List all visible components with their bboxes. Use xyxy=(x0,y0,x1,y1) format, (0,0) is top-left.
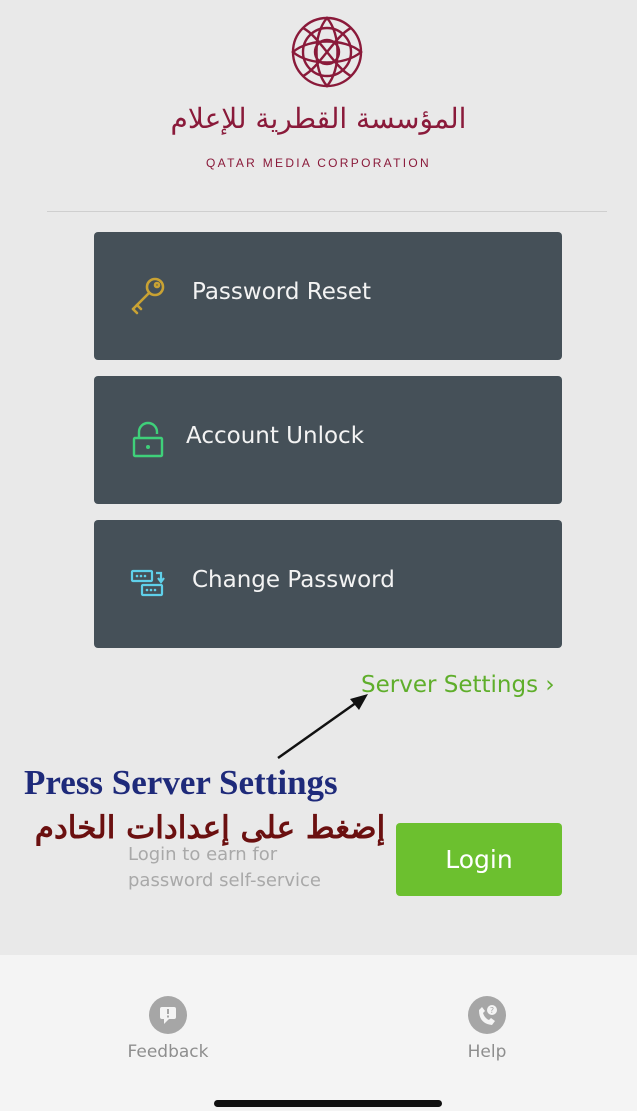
key-icon xyxy=(131,277,165,315)
feedback-icon xyxy=(149,996,187,1034)
annotation-english: Press Server Settings xyxy=(24,763,338,802)
lock-icon xyxy=(132,421,164,458)
tab-feedback[interactable]: Feedback xyxy=(108,996,228,1062)
header-divider xyxy=(47,211,607,212)
help-phone-icon: ? xyxy=(468,996,506,1034)
header-logo: المؤسسة القطرية للإعلام QATAR MEDIA CORP… xyxy=(0,12,637,172)
password-change-icon xyxy=(130,569,165,597)
change-password-label: Change Password xyxy=(192,567,395,593)
home-indicator[interactable] xyxy=(214,1100,442,1107)
tab-help[interactable]: ? Help xyxy=(427,996,547,1062)
svg-text:?: ? xyxy=(490,1006,494,1015)
server-settings-link[interactable]: Server Settings › xyxy=(361,672,555,698)
account-unlock-label: Account Unlock xyxy=(186,423,365,449)
annotation-arabic: إضغط على إعدادات الخادم xyxy=(34,810,386,846)
password-reset-label: Password Reset xyxy=(192,279,371,305)
change-password-button[interactable]: Change Password xyxy=(94,520,562,648)
feedback-label: Feedback xyxy=(127,1042,209,1062)
annotation-arrow-icon xyxy=(277,694,368,760)
login-hint-text: Login to earn for password self-service xyxy=(128,844,321,891)
qmc-logo-emblem-icon xyxy=(291,16,363,88)
login-button[interactable]: Login xyxy=(396,823,562,896)
help-label: Help xyxy=(467,1042,507,1062)
logo-english-text: QATAR MEDIA CORPORATION xyxy=(206,156,431,170)
password-reset-button[interactable]: Password Reset xyxy=(94,232,562,360)
account-unlock-button[interactable]: Account Unlock xyxy=(94,376,562,504)
logo-arabic-text: المؤسسة القطرية للإعلام xyxy=(170,102,467,135)
